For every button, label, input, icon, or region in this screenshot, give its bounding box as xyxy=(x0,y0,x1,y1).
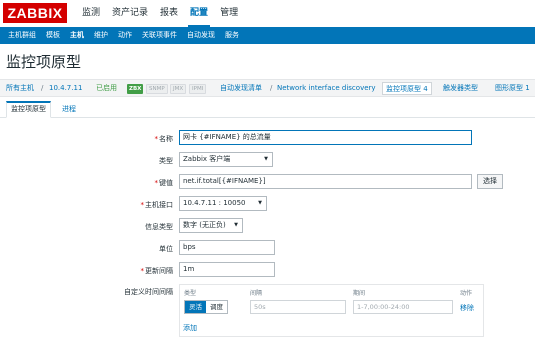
interval-type-toggle: 灵活 调度 xyxy=(184,300,228,314)
menu-administration[interactable]: 管理 xyxy=(214,0,244,27)
host-interface-label: *主机接口 xyxy=(140,201,174,209)
breadcrumb: 所有主机 / 10.4.7.11 已启用 ZBX SNMP JMX IPMI 自… xyxy=(0,79,535,97)
flex-period-input[interactable]: 1-7,00:00-24:00 xyxy=(353,300,453,314)
zbx-availability-badge: ZBX xyxy=(127,84,144,94)
custom-intervals-label: 自定义时间间隔 xyxy=(124,288,173,296)
update-interval-input[interactable]: 1m xyxy=(179,262,275,277)
page-title: 监控项原型 xyxy=(6,53,82,71)
column-action-header: 动作 xyxy=(460,290,473,297)
column-type-header: 类型 xyxy=(184,290,197,297)
submenu-services[interactable]: 服务 xyxy=(220,27,244,44)
flexible-option[interactable]: 灵活 xyxy=(185,301,206,313)
info-type-select[interactable]: 数字 (无正负) xyxy=(179,218,243,233)
name-label: *名称 xyxy=(154,135,174,143)
top-header: ZABBIX 监测 资产记录 报表 配置 管理 xyxy=(0,0,535,27)
form-tabs: 监控项原型 进程 xyxy=(0,101,535,118)
add-interval-link[interactable]: 添加 xyxy=(183,323,197,333)
ipmi-availability-badge: IPMI xyxy=(189,84,207,94)
breadcrumb-separator: / xyxy=(41,84,44,92)
flex-interval-input[interactable]: 50s xyxy=(250,300,346,314)
menu-reports[interactable]: 报表 xyxy=(154,0,184,27)
breadcrumb-trigger-prototypes[interactable]: 触发器类型 xyxy=(443,80,478,97)
required-marker: * xyxy=(140,267,145,275)
breadcrumb-all-hosts[interactable]: 所有主机 xyxy=(6,80,34,97)
type-select[interactable]: Zabbix 客户端 xyxy=(179,152,273,167)
key-label: *键值 xyxy=(154,179,174,187)
required-marker: * xyxy=(154,135,159,143)
breadcrumb-discovery-rule[interactable]: Network interface discovery xyxy=(277,80,376,97)
remove-interval-link[interactable]: 移除 xyxy=(460,303,474,313)
host-interface-select[interactable]: 10.4.7.11 : 10050 xyxy=(179,196,267,211)
scheduling-option[interactable]: 调度 xyxy=(206,301,227,313)
submenu-maintenance[interactable]: 维护 xyxy=(89,27,113,44)
submenu-event-correlation[interactable]: 关联项事件 xyxy=(137,27,182,44)
custom-intervals-table: 类型 间隔 期间 动作 灵活 调度 50s 1-7,00:00-24:00 移除… xyxy=(179,284,484,337)
breadcrumb-host[interactable]: 10.4.7.11 xyxy=(49,80,82,97)
required-marker: * xyxy=(154,179,159,187)
update-interval-label: *更新间隔 xyxy=(140,267,174,275)
menu-inventory[interactable]: 资产记录 xyxy=(106,0,154,27)
column-interval-header: 间隔 xyxy=(250,290,263,297)
units-label: 单位 xyxy=(159,245,173,253)
sub-menu: 主机群组 模板 主机 维护 动作 关联项事件 自动发现 服务 xyxy=(0,27,535,44)
info-type-label: 信息类型 xyxy=(145,223,173,231)
menu-monitoring[interactable]: 监测 xyxy=(76,0,106,27)
breadcrumb-graph-prototypes[interactable]: 图形原型 1 xyxy=(495,80,530,97)
submenu-hosts[interactable]: 主机 xyxy=(65,27,89,44)
units-input[interactable]: bps xyxy=(179,240,275,255)
tab-item-prototype[interactable]: 监控项原型 xyxy=(6,101,51,118)
column-period-header: 期间 xyxy=(353,290,366,297)
name-input[interactable]: 网卡 {#IFNAME} 的总流量 xyxy=(179,130,472,145)
snmp-availability-badge: SNMP xyxy=(146,84,168,94)
submenu-host-groups[interactable]: 主机群组 xyxy=(3,27,41,44)
submenu-discovery[interactable]: 自动发现 xyxy=(182,27,220,44)
breadcrumb-item-prototypes[interactable]: 监控项原型 4 xyxy=(382,82,432,95)
submenu-actions[interactable]: 动作 xyxy=(113,27,137,44)
breadcrumb-separator: / xyxy=(270,84,273,92)
zabbix-logo[interactable]: ZABBIX xyxy=(3,3,67,23)
host-status-enabled[interactable]: 已启用 xyxy=(96,80,117,97)
required-marker: * xyxy=(140,201,145,209)
submenu-templates[interactable]: 模板 xyxy=(41,27,65,44)
main-menu: 监测 资产记录 报表 配置 管理 xyxy=(76,0,244,27)
tab-preprocessing[interactable]: 进程 xyxy=(62,101,76,117)
key-select-button[interactable]: 选择 xyxy=(477,174,503,189)
breadcrumb-discovery-list[interactable]: 自动发现清单 xyxy=(220,80,262,97)
key-input[interactable]: net.if.total[{#IFNAME}] xyxy=(179,174,472,189)
type-label: 类型 xyxy=(159,157,173,165)
jmx-availability-badge: JMX xyxy=(170,84,187,94)
menu-configuration[interactable]: 配置 xyxy=(184,0,214,27)
